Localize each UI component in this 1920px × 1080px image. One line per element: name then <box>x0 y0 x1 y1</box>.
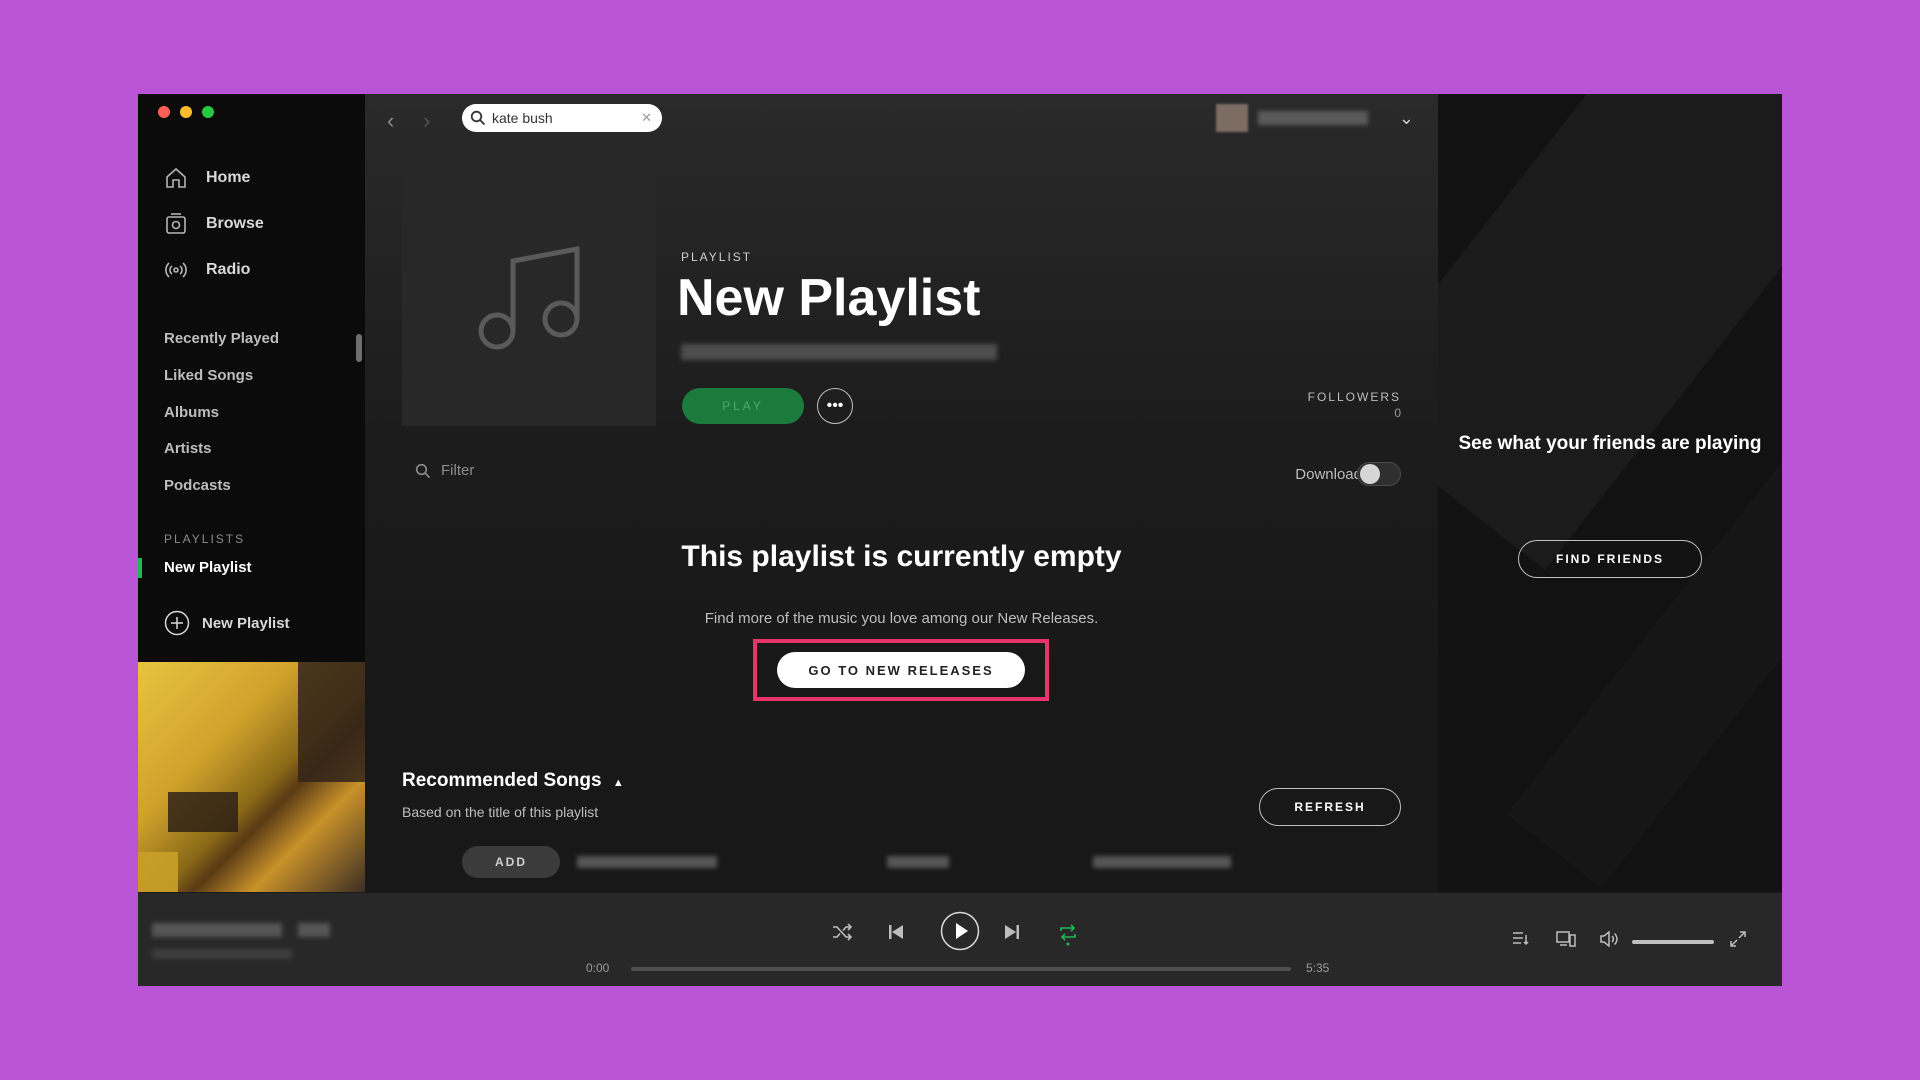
play-button[interactable]: PLAY <box>682 388 804 424</box>
now-playing-like-obscured <box>298 923 330 937</box>
sidebar-item-radio[interactable]: Radio <box>164 258 250 282</box>
search-input[interactable]: kate bush ✕ <box>462 104 662 132</box>
page-title: New Playlist <box>677 269 981 327</box>
clear-search-icon[interactable]: ✕ <box>641 110 652 126</box>
song-artist-obscured <box>887 856 949 868</box>
empty-state-description: Find more of the music you love among ou… <box>704 610 1099 627</box>
search-icon <box>415 463 431 478</box>
download-toggle[interactable] <box>1357 462 1401 486</box>
sidebar-item-recently-played[interactable]: Recently Played <box>164 330 279 347</box>
playlist-cover[interactable] <box>402 172 656 426</box>
followers-count: 0 <box>1394 406 1401 420</box>
add-song-button[interactable]: ADD <box>462 846 560 878</box>
volume-icon <box>1600 931 1618 947</box>
recommended-songs-subtitle: Based on the title of this playlist <box>402 804 599 820</box>
sidebar-item-liked-songs[interactable]: Liked Songs <box>164 367 253 384</box>
create-playlist-label: New Playlist <box>202 614 290 632</box>
fullscreen-button[interactable] <box>1730 931 1746 947</box>
repeat-icon <box>1060 924 1076 946</box>
chevron-down-icon[interactable]: ⌄ <box>1399 108 1414 129</box>
queue-button[interactable] <box>1512 931 1530 947</box>
minimize-window-button[interactable] <box>180 106 192 118</box>
now-playing-title-obscured <box>152 923 282 937</box>
avatar <box>1216 104 1248 132</box>
next-button[interactable] <box>1004 924 1020 940</box>
caret-up-icon: ▲ <box>612 777 624 789</box>
filter-placeholder: Filter <box>441 462 475 479</box>
play-pause-button[interactable] <box>940 911 980 951</box>
expand-icon <box>1730 931 1746 947</box>
find-friends-button[interactable]: FIND FRIENDS <box>1518 540 1702 578</box>
play-icon <box>940 911 980 951</box>
back-button[interactable]: ‹ <box>387 108 394 134</box>
window-controls <box>158 106 214 118</box>
close-window-button[interactable] <box>158 106 170 118</box>
song-album-obscured <box>1093 856 1231 868</box>
progress-bar[interactable] <box>631 967 1291 971</box>
search-query: kate bush <box>492 110 553 126</box>
followers-label: FOLLOWERS <box>1307 390 1401 404</box>
ellipsis-icon: ••• <box>826 397 844 414</box>
create-playlist-button[interactable]: New Playlist <box>164 610 290 636</box>
recommended-songs-heading[interactable]: Recommended Songs ▲ <box>402 770 624 792</box>
queue-icon <box>1513 932 1529 946</box>
friends-prompt: See what your friends are playing <box>1458 433 1762 454</box>
devices-button[interactable] <box>1556 931 1576 947</box>
playlist-type-label: PLAYLIST <box>681 250 753 264</box>
friend-activity-panel: See what your friends are playing FIND F… <box>1438 94 1782 892</box>
plus-circle-icon <box>164 610 190 636</box>
volume-slider[interactable] <box>1632 940 1714 944</box>
sidebar-item-browse[interactable]: Browse <box>164 212 264 236</box>
now-playing-cover-art[interactable] <box>138 662 365 892</box>
refresh-button[interactable]: REFRESH <box>1259 788 1401 826</box>
spotify-window: Home Browse Radio Recently Played Liked … <box>138 94 1782 986</box>
decorative-stripe <box>1438 94 1782 570</box>
active-indicator <box>138 558 142 578</box>
empty-state-title: This playlist is currently empty <box>681 540 1122 573</box>
playlist-owner-info-obscured <box>681 344 997 360</box>
elapsed-time: 0:00 <box>586 961 610 975</box>
radio-icon <box>165 262 187 278</box>
music-note-icon <box>478 245 580 350</box>
home-icon <box>166 167 186 188</box>
maximize-window-button[interactable] <box>202 106 214 118</box>
shuffle-button[interactable] <box>832 923 852 941</box>
search-icon <box>470 110 486 126</box>
browse-icon <box>166 213 186 234</box>
sidebar-item-home[interactable]: Home <box>164 166 250 190</box>
more-options-button[interactable]: ••• <box>817 388 853 424</box>
player-bar: 0:00 5:35 <box>138 892 1782 986</box>
recommended-songs-title: Recommended Songs <box>402 770 602 791</box>
user-name-obscured <box>1258 111 1368 125</box>
repeat-button[interactable] <box>1058 922 1078 946</box>
sidebar-item-label: Home <box>206 169 251 186</box>
sidebar-item-albums[interactable]: Albums <box>164 404 219 421</box>
sidebar: Home Browse Radio Recently Played Liked … <box>138 94 365 892</box>
go-to-new-releases-button[interactable]: GO TO NEW RELEASES <box>777 652 1025 688</box>
previous-button[interactable] <box>888 924 904 940</box>
sidebar-item-new-playlist[interactable]: New Playlist <box>164 559 252 576</box>
duration: 5:35 <box>1306 961 1330 975</box>
sidebar-item-artists[interactable]: Artists <box>164 440 212 457</box>
now-playing-artist-obscured <box>152 949 292 959</box>
skip-back-icon <box>889 925 903 939</box>
volume-button[interactable] <box>1600 931 1620 947</box>
devices-icon <box>1556 931 1576 947</box>
filter-input[interactable]: Filter <box>415 462 474 479</box>
skip-forward-icon <box>1005 925 1019 939</box>
sidebar-item-label: Radio <box>206 261 251 278</box>
sidebar-item-label: Browse <box>206 215 264 232</box>
main-content: ‹ › kate bush ✕ ⌄ PLAYLIST New Playlist … <box>365 94 1438 892</box>
forward-button[interactable]: › <box>423 108 430 134</box>
shuffle-icon <box>833 923 852 941</box>
sidebar-item-podcasts[interactable]: Podcasts <box>164 477 231 494</box>
playlists-heading: PLAYLISTS <box>164 532 246 546</box>
table-row[interactable]: ADD <box>365 846 1438 892</box>
download-label: Download <box>1295 466 1362 483</box>
user-menu[interactable] <box>1216 104 1368 132</box>
sidebar-scrollbar[interactable] <box>356 334 362 362</box>
song-title-obscured <box>577 856 717 868</box>
